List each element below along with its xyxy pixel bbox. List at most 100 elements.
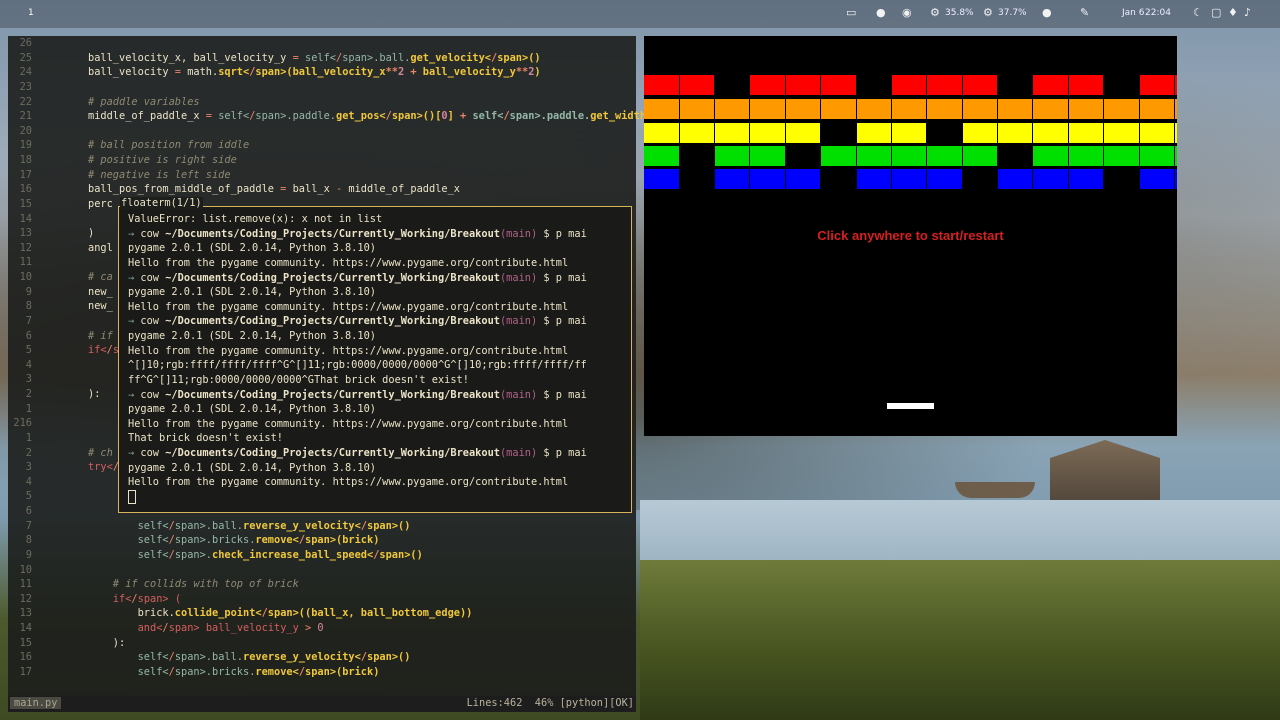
terminal-output-line: Hello from the pygame community. https:/… [128, 344, 569, 357]
prompt-arrow-icon: → [128, 447, 141, 459]
line-text: if</span> ( [112, 592, 182, 605]
brick-orange [1033, 99, 1068, 119]
brick-red [750, 75, 785, 95]
terminal-output-line: pygame 2.0.1 (SDL 2.0.14, Python 3.8.10) [128, 330, 376, 342]
brick-orange [821, 99, 856, 119]
brick-blue [715, 169, 749, 189]
discord-icon[interactable]: ◉ [902, 7, 912, 19]
code-line[interactable]: 10 [8, 563, 636, 578]
line-number: 17 [19, 168, 32, 181]
prompt-git-branch: (main) [499, 227, 538, 240]
brick-blue [786, 169, 820, 189]
terminal-prompt-line: → cow ~/Documents/Coding_Projects/Curren… [128, 314, 628, 329]
workspace-indicator[interactable]: 1 [28, 8, 34, 18]
line-text: and</span> ball_velocity_y > 0 [137, 622, 324, 634]
code-line[interactable]: 12 if</span> ( [8, 592, 636, 607]
brick-green [644, 146, 679, 166]
terminal-output-line: pygame 2.0.1 (SDL 2.0.14, Python 3.8.10) [128, 403, 376, 416]
line-number: 10 [19, 563, 32, 576]
line-number: 9 [25, 548, 32, 561]
breakout-game-window[interactable]: Click anywhere to start/restart [644, 36, 1177, 436]
moon-icon[interactable]: ☾ [1193, 7, 1203, 19]
window-icon[interactable]: ▢ [1211, 7, 1221, 19]
line-text: # ball position from iddle [88, 139, 250, 152]
brick-yellow [857, 123, 891, 143]
code-line[interactable]: 14 and</span> ball_velocity_y > 0 [8, 621, 636, 636]
code-line[interactable]: 8 self</span>.bricks.remove</span>(brick… [8, 533, 636, 548]
mic-icon[interactable]: ♦ [1228, 7, 1238, 19]
circle-icon[interactable]: ● [1042, 7, 1052, 19]
line-text: self</span>.ball.reverse_y_velocity</spa… [137, 651, 411, 664]
terminal-output-line: pygame 2.0.1 (SDL 2.0.14, Python 3.8.10) [128, 242, 376, 255]
line-number: 7 [25, 519, 32, 532]
line-text: ball_pos_from_middle_of_paddle = ball_x … [88, 183, 460, 196]
code-line[interactable]: 13 brick.collide_point</span>((ball_x, b… [8, 606, 636, 621]
line-number: 26 [19, 37, 32, 49]
terminal-output[interactable]: ValueError: list.remove(x): x not in lis… [128, 212, 628, 505]
code-line[interactable]: 25 ball_velocity_x, ball_velocity_y = sel… [8, 51, 636, 66]
terminal-cursor[interactable] [128, 489, 136, 504]
brick-blue [927, 169, 962, 189]
terminal-output-line: Hello from the pygame community. https:/… [128, 256, 569, 269]
line-number: 8 [25, 300, 32, 313]
terminal-output-line: pygame 2.0.1 (SDL 2.0.14, Python 3.8.10) [128, 286, 376, 299]
code-line[interactable]: 20 [8, 124, 636, 139]
code-line[interactable]: 11 # if collids with top of brick [8, 577, 636, 592]
terminal-cursor-line [128, 489, 628, 505]
brick-orange [1140, 99, 1174, 119]
line-number: 2 [25, 446, 32, 459]
code-line[interactable]: 15 ): [8, 636, 636, 651]
code-line[interactable]: 17 # negative is left side [8, 168, 636, 183]
volume-icon[interactable]: ♪ [1244, 7, 1251, 19]
code-line[interactable]: 22 # paddle variables [8, 95, 636, 110]
status-info: Lines:462 46% [python][OK] [466, 697, 634, 709]
code-line[interactable]: 17 self</span>.bricks.remove</span>(bric… [8, 665, 636, 680]
code-line[interactable]: 18 # positive is right side [8, 153, 636, 168]
code-line[interactable]: 16 ball_pos_from_middle_of_paddle = ball_… [8, 182, 636, 197]
brick-green [857, 146, 891, 166]
line-number: 20 [19, 124, 32, 137]
line-text: self</span>.bricks.remove</span>(brick) [137, 665, 380, 678]
cpu-icon: ⚙ [930, 6, 940, 19]
brick-red [786, 75, 820, 95]
prompt-user: cow [140, 271, 166, 284]
prompt-arrow-icon: → [128, 388, 141, 401]
brick-orange [927, 99, 962, 119]
brick-orange [786, 99, 820, 119]
brick-red [1175, 75, 1177, 95]
app-icon[interactable]: ● [876, 7, 886, 19]
screen-icon[interactable]: ▭ [846, 7, 856, 19]
wallpaper-grass [640, 560, 1280, 720]
code-line[interactable]: 24 ball_velocity = math.sqrt</span>(ball_… [8, 65, 636, 80]
brick-orange [680, 99, 714, 119]
line-number: 23 [19, 80, 32, 93]
brick-yellow [1104, 123, 1139, 143]
code-line[interactable]: 7 self</span>.ball.reverse_y_velocity</s… [8, 519, 636, 534]
code-line[interactable]: 16 self</span>.ball.reverse_y_velocity</… [8, 650, 636, 665]
line-text: # ch [88, 446, 113, 459]
code-line[interactable]: 23 [8, 80, 636, 95]
brick-green [1175, 146, 1177, 166]
clock[interactable]: 22:04 [1145, 8, 1171, 18]
line-number: 14 [19, 622, 32, 634]
prompt-user: cow [140, 388, 166, 401]
code-line[interactable]: 19 # ball position from iddle [8, 138, 636, 153]
line-text: perc [88, 197, 113, 210]
brick-red [644, 75, 679, 95]
prompt-command: $ p mai [537, 447, 587, 459]
prompt-user: cow [140, 227, 166, 240]
code-line[interactable]: 26 [8, 36, 636, 51]
brick-red [927, 75, 962, 95]
brick-blue [644, 169, 679, 189]
prompt-path: ~/Documents/Coding_Projects/Currently_Wo… [165, 315, 500, 328]
line-number: 8 [25, 534, 32, 547]
code-line[interactable]: 9 self</span>.check_increase_ball_speed<… [8, 548, 636, 563]
line-number: 5 [25, 490, 32, 503]
brick-green [892, 146, 926, 166]
line-number: 15 [19, 636, 32, 649]
brick-green [1104, 146, 1139, 166]
brick-orange [998, 99, 1032, 119]
pen-icon[interactable]: ✎ [1080, 7, 1089, 19]
brick-yellow [786, 123, 820, 143]
code-line[interactable]: 21 middle_of_paddle_x = self</span>.paddl… [8, 109, 727, 124]
